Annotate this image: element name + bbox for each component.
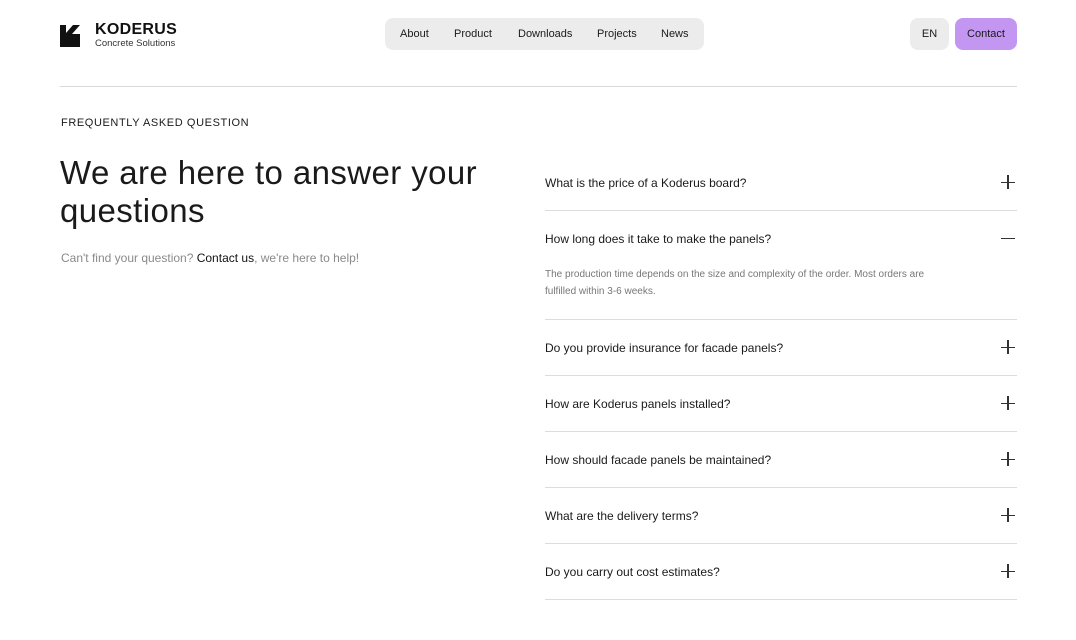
faq-item-expanded: How long does it take to make the panels…: [545, 211, 1017, 320]
main-nav: About Product Downloads Projects News: [385, 18, 704, 50]
faq-answer: The production time depends on the size …: [545, 269, 925, 297]
faq-question: What is the price of a Koderus board?: [545, 175, 747, 190]
faq-question-row[interactable]: What is the price of a Koderus board?: [545, 155, 1017, 210]
faq-question-row[interactable]: Do you provide insurance for facade pane…: [545, 320, 1017, 375]
site-header: KODERUS Concrete Solutions About Product…: [0, 0, 1076, 86]
section-heading: We are here to answer your questions: [60, 154, 477, 229]
contact-us-link[interactable]: Contact us: [197, 251, 254, 265]
faq-question: Do you carry out cost estimates?: [545, 564, 720, 579]
plus-icon[interactable]: [1001, 396, 1015, 410]
faq-question-row[interactable]: How should facade panels be maintained?: [545, 432, 1017, 487]
faq-item: What is the price of a Koderus board?: [545, 155, 1017, 211]
faq-question: How should facade panels be maintained?: [545, 452, 772, 467]
brand-name: KODERUS: [95, 21, 178, 38]
faq-question-row[interactable]: How long does it take to make the panels…: [545, 211, 1017, 266]
brand-tagline: Concrete Solutions: [95, 38, 176, 49]
help-text: Can't find your question? Contact us, we…: [61, 251, 359, 265]
faq-item: Do you provide insurance for facade pane…: [545, 320, 1017, 376]
nav-news[interactable]: News: [661, 28, 689, 40]
faq-question-row[interactable]: Do you carry out cost estimates?: [545, 544, 1017, 599]
language-selector[interactable]: EN: [910, 18, 949, 50]
nav-product[interactable]: Product: [454, 28, 492, 40]
plus-icon[interactable]: [1001, 452, 1015, 466]
help-text-suffix: , we're here to help!: [254, 251, 360, 265]
faq-item: How are Koderus panels installed?: [545, 376, 1017, 432]
faq-question: How long does it take to make the panels…: [545, 231, 772, 246]
brand-text: KODERUS Concrete Solutions: [95, 21, 178, 50]
header-divider: [60, 86, 1017, 87]
contact-button[interactable]: Contact: [955, 18, 1017, 50]
faq-question: How are Koderus panels installed?: [545, 396, 731, 411]
plus-icon[interactable]: [1001, 340, 1015, 354]
faq-list: What is the price of a Koderus board? Ho…: [545, 155, 1017, 600]
plus-icon[interactable]: [1001, 564, 1015, 578]
faq-question: Do you provide insurance for facade pane…: [545, 340, 784, 355]
koderus-logo-icon: [60, 24, 80, 47]
faq-item: What are the delivery terms?: [545, 488, 1017, 544]
faq-item: Do you carry out cost estimates?: [545, 544, 1017, 600]
minus-icon[interactable]: [1001, 231, 1015, 245]
help-text-prefix: Can't find your question?: [61, 251, 197, 265]
faq-question: What are the delivery terms?: [545, 508, 699, 523]
faq-question-row[interactable]: What are the delivery terms?: [545, 488, 1017, 543]
faq-question-row[interactable]: How are Koderus panels installed?: [545, 376, 1017, 431]
faq-item: How should facade panels be maintained?: [545, 432, 1017, 488]
nav-about[interactable]: About: [400, 28, 429, 40]
plus-icon[interactable]: [1001, 175, 1015, 189]
plus-icon[interactable]: [1001, 508, 1015, 522]
nav-downloads[interactable]: Downloads: [518, 28, 572, 40]
brand-logo[interactable]: KODERUS Concrete Solutions: [60, 22, 177, 49]
section-eyebrow: FREQUENTLY ASKED QUESTION: [61, 117, 250, 129]
nav-projects[interactable]: Projects: [597, 28, 637, 40]
